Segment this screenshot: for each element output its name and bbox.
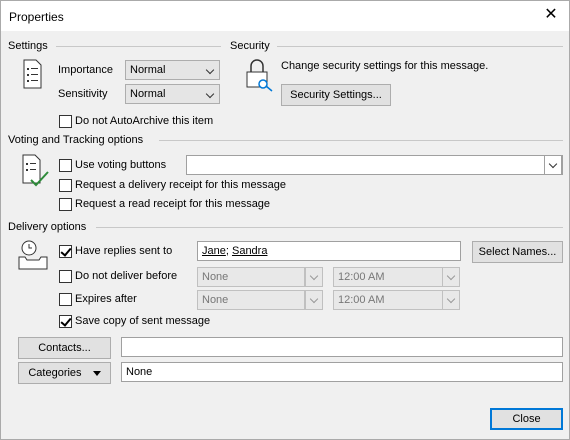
replies-label: Have replies sent to (75, 245, 173, 257)
delivery-receipt-label: Request a delivery receipt for this mess… (75, 179, 286, 191)
expires-label: Expires after (75, 293, 137, 305)
expires-time[interactable]: 12:00 AM (333, 290, 443, 310)
chevron-down-icon[interactable] (442, 290, 460, 310)
expires-date[interactable]: None (197, 290, 305, 310)
window-title: Properties (9, 10, 64, 24)
chevron-down-icon (203, 61, 219, 79)
recipient-sandra[interactable]: Sandra (232, 245, 267, 257)
recipient-separator: ; (225, 245, 229, 257)
voting-icon (22, 154, 49, 187)
categories-value: None (126, 366, 153, 378)
delivery-divider (96, 227, 563, 228)
caret-down-icon (92, 370, 101, 376)
voting-divider (159, 140, 563, 141)
security-header: Security (230, 40, 270, 52)
close-button[interactable]: Close (490, 408, 563, 430)
voting-header: Voting and Tracking options (8, 134, 144, 146)
chevron-down-icon[interactable] (544, 155, 562, 175)
security-settings-button[interactable]: Security Settings... (281, 84, 391, 106)
save-copy-label: Save copy of sent message (75, 315, 211, 327)
autoarchive-label: Do not AutoArchive this item (75, 115, 214, 127)
expires-date-value: None (202, 294, 229, 306)
recipient-jane[interactable]: Jane (202, 245, 226, 257)
categories-button[interactable]: Categories (18, 362, 111, 384)
close-icon[interactable]: ✕ (541, 5, 561, 25)
expires-time-value: 12:00 AM (338, 294, 385, 306)
sensitivity-select[interactable]: Normal (125, 84, 220, 104)
do-not-deliver-date[interactable]: None (197, 267, 305, 287)
properties-dialog: Properties ✕ Settings Importance Normal … (0, 0, 570, 440)
do-not-deliver-time[interactable]: 12:00 AM (333, 267, 443, 287)
categories-label: Categories (28, 367, 82, 379)
read-receipt-label: Request a read receipt for this message (75, 198, 271, 210)
settings-divider (56, 46, 221, 47)
replies-recipients-field[interactable]: Jane; Sandra (197, 241, 461, 261)
do-not-deliver-label: Do not deliver before (75, 270, 178, 282)
chevron-down-icon[interactable] (442, 267, 460, 287)
settings-header: Settings (8, 40, 48, 52)
message-options-icon (23, 59, 42, 89)
autoarchive-checkbox[interactable] (59, 115, 72, 128)
sensitivity-value: Normal (130, 88, 166, 100)
security-divider (277, 46, 563, 47)
importance-value: Normal (130, 64, 166, 76)
expires-checkbox[interactable] (59, 293, 72, 306)
save-copy-checkbox[interactable] (59, 315, 72, 328)
chevron-down-icon[interactable] (305, 290, 323, 310)
use-voting-checkbox[interactable] (59, 159, 72, 172)
chevron-down-icon (203, 85, 219, 103)
delivery-header: Delivery options (8, 221, 87, 233)
contacts-field[interactable] (121, 337, 563, 357)
categories-field: None (121, 362, 563, 382)
sensitivity-label: Sensitivity (58, 88, 108, 100)
delivery-inbox-icon (18, 240, 48, 270)
read-receipt-checkbox[interactable] (59, 198, 72, 211)
chevron-down-icon[interactable] (305, 267, 323, 287)
do-not-deliver-date-value: None (202, 271, 229, 283)
contacts-button[interactable]: Contacts... (18, 337, 111, 359)
importance-select[interactable]: Normal (125, 60, 220, 80)
importance-label: Importance (58, 64, 114, 76)
do-not-deliver-checkbox[interactable] (59, 270, 72, 283)
lock-icon (246, 59, 273, 92)
voting-buttons-select[interactable] (186, 155, 563, 175)
use-voting-label: Use voting buttons (75, 159, 167, 171)
title-bar: Properties ✕ (1, 1, 569, 31)
security-description: Change security settings for this messag… (281, 60, 489, 72)
do-not-deliver-time-value: 12:00 AM (338, 271, 385, 283)
select-names-button[interactable]: Select Names... (472, 241, 563, 263)
replies-checkbox[interactable] (59, 245, 72, 258)
delivery-receipt-checkbox[interactable] (59, 179, 72, 192)
